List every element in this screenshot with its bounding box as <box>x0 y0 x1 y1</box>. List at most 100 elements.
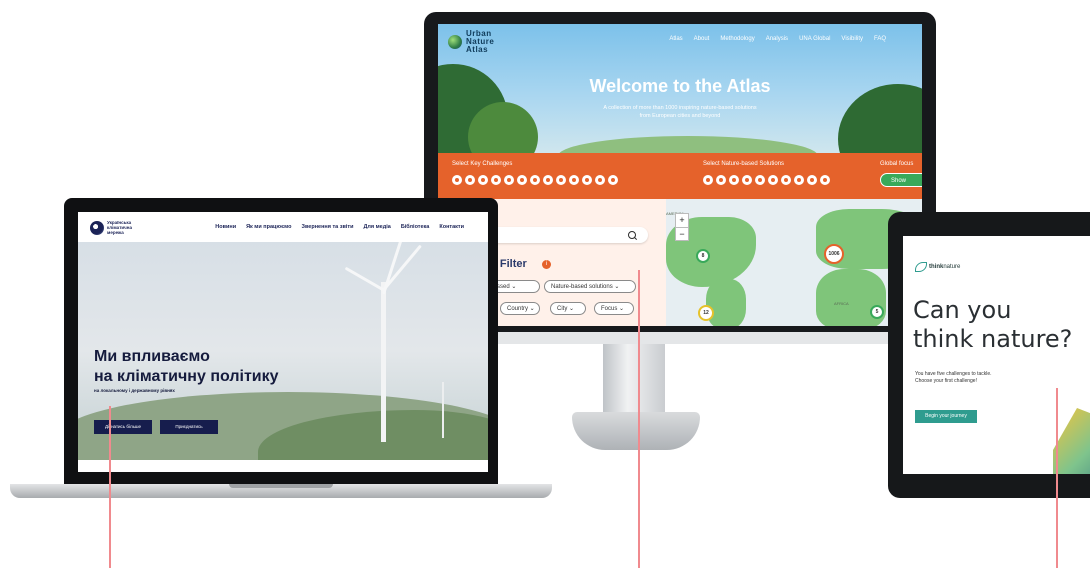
atlas-subtitle-line-1: A collection of more than 1000 inspiring… <box>603 105 757 111</box>
map-cluster-marker[interactable]: 12 <box>698 305 714 321</box>
filter-pill-city[interactable]: City ⌄ <box>550 302 586 315</box>
filter-pill-country[interactable]: Country ⌄ <box>500 302 540 315</box>
zoom-out-button[interactable]: − <box>676 228 688 241</box>
global-focus-label: Global focus <box>880 161 914 167</box>
nav-about[interactable]: About <box>694 36 710 42</box>
nav-how-we-work[interactable]: Як ми працюємо <box>246 224 291 230</box>
atlas-logo-line-3: Atlas <box>466 45 489 54</box>
challenge-icon[interactable] <box>608 175 618 185</box>
map-cluster-marker[interactable]: 5 <box>870 305 884 319</box>
challenge-icon[interactable] <box>478 175 488 185</box>
callout-line-laptop <box>109 406 111 568</box>
challenge-icon[interactable] <box>504 175 514 185</box>
solution-icon[interactable] <box>729 175 739 185</box>
atlas-nav: Atlas About Methodology Analysis UNA Glo… <box>669 36 886 42</box>
climate-network-logo[interactable]: Українська кліматична мережа <box>90 220 132 235</box>
challenge-icon[interactable] <box>452 175 462 185</box>
map-cluster-marker[interactable]: 8 <box>696 249 710 263</box>
monitor-screen-urban-nature-atlas: Urban Nature Atlas Atlas About Methodolo… <box>438 24 922 326</box>
filter-pill-label: Focus <box>601 306 618 312</box>
isometric-city-illustration <box>1053 408 1090 474</box>
atlas-page-title: Welcome to the Atlas <box>589 76 771 96</box>
key-challenges-label: Select Key Challenges <box>452 161 513 167</box>
challenge-icon[interactable] <box>582 175 592 185</box>
nav-library[interactable]: Бібліотека <box>401 224 430 230</box>
challenge-icon[interactable] <box>595 175 605 185</box>
atlas-logo[interactable]: Urban Nature Atlas <box>448 30 494 54</box>
nav-atlas[interactable]: Atlas <box>669 36 682 42</box>
tablet-screen-thinknature: thinknature Can you think nature? You ha… <box>903 236 1090 474</box>
wind-turbine-far <box>442 382 444 438</box>
solution-icon[interactable] <box>768 175 778 185</box>
learn-more-button[interactable]: Дізнатись більше <box>94 420 152 434</box>
filter-pill-label: Nature-based solutions <box>551 284 613 290</box>
show-button[interactable]: Show <box>880 173 922 187</box>
solution-icon[interactable] <box>703 175 713 185</box>
solutions-map[interactable]: AMERICA AFRICA 8 1006 12 5 <box>666 199 922 326</box>
map-cluster-marker[interactable]: 1006 <box>824 244 844 264</box>
solution-icon[interactable] <box>742 175 752 185</box>
solution-icon[interactable] <box>807 175 817 185</box>
wind-turbine-blade <box>382 244 422 291</box>
map-zoom-control: + − <box>675 213 689 241</box>
callout-line-monitor <box>638 270 640 568</box>
filter-pill-focus[interactable]: Focus ⌄ <box>594 302 634 315</box>
challenge-selector-band: Select Key Challenges Select Nature-base… <box>438 153 922 199</box>
tablet-headline-line-1: Can you <box>913 296 1012 324</box>
challenge-icon[interactable] <box>556 175 566 185</box>
nav-news[interactable]: Новини <box>215 224 236 230</box>
solution-icon[interactable] <box>794 175 804 185</box>
challenge-icon[interactable] <box>517 175 527 185</box>
nav-contacts[interactable]: Контакти <box>439 224 464 230</box>
brand-think: think <box>929 264 944 270</box>
nav-reports[interactable]: Звернення та звіти <box>302 224 354 230</box>
atlas-hero-banner: Urban Nature Atlas Atlas About Methodolo… <box>438 24 922 153</box>
join-button[interactable]: Приєднатись <box>160 420 218 434</box>
wind-turbine-blade <box>344 266 385 292</box>
thinknature-logo[interactable]: thinknature <box>915 262 960 272</box>
laptop-nav: Новини Як ми працюємо Звернення та звіти… <box>215 224 464 230</box>
logo-line-3: мережа <box>107 230 124 235</box>
nav-analysis[interactable]: Analysis <box>766 36 788 42</box>
map-central-america <box>706 279 746 326</box>
laptop-notch <box>229 484 333 488</box>
atlas-subtitle: A collection of more than 1000 inspiring… <box>590 104 770 120</box>
laptop-hero-banner: Ми впливаємо на кліматичну політику на л… <box>78 242 488 460</box>
globe-icon <box>448 35 462 49</box>
zoom-in-button[interactable]: + <box>676 214 688 228</box>
wind-turbine-tower <box>381 282 386 442</box>
info-icon[interactable]: i <box>542 260 551 269</box>
atlas-subtitle-line-2: from European cities and beyond <box>639 113 721 119</box>
monitor-chin <box>424 332 936 344</box>
nav-methodology[interactable]: Methodology <box>720 36 754 42</box>
begin-journey-button[interactable]: Begin your journey <box>915 410 977 423</box>
laptop-screen-climate-network: Ми впливаємо на кліматичну політику на л… <box>78 212 488 472</box>
solution-icon[interactable] <box>755 175 765 185</box>
nav-faq[interactable]: FAQ <box>874 36 886 42</box>
hero-hills <box>558 136 818 153</box>
tablet-headline: Can you think nature? <box>913 296 1072 354</box>
leaf-icon <box>915 262 927 272</box>
key-challenge-icons <box>452 175 618 185</box>
search-icon[interactable] <box>628 231 636 239</box>
nav-visibility[interactable]: Visibility <box>841 36 863 42</box>
filter-pill-label: City <box>557 306 568 312</box>
filter-pill-nbs[interactable]: Nature-based solutions ⌄ <box>544 280 636 293</box>
monitor-stand-base <box>572 412 700 450</box>
challenge-icon[interactable] <box>543 175 553 185</box>
challenge-icon[interactable] <box>569 175 579 185</box>
solution-icon[interactable] <box>716 175 726 185</box>
challenge-icon[interactable] <box>530 175 540 185</box>
nav-una-global[interactable]: UNA Global <box>799 36 830 42</box>
nbs-icons <box>703 175 830 185</box>
solution-icon[interactable] <box>820 175 830 185</box>
hero-headline-line-2: на кліматичну політику <box>94 368 279 385</box>
solution-icon[interactable] <box>781 175 791 185</box>
challenge-icon[interactable] <box>465 175 475 185</box>
challenge-icon[interactable] <box>491 175 501 185</box>
tablet-headline-line-2: think nature? <box>913 325 1073 353</box>
brand-nature: nature <box>943 264 961 270</box>
tablet-body-text: You have five challenges to tackle. Choo… <box>915 371 992 384</box>
nav-media[interactable]: Для медіа <box>363 224 390 230</box>
filter-pill-label: Country <box>507 306 529 312</box>
